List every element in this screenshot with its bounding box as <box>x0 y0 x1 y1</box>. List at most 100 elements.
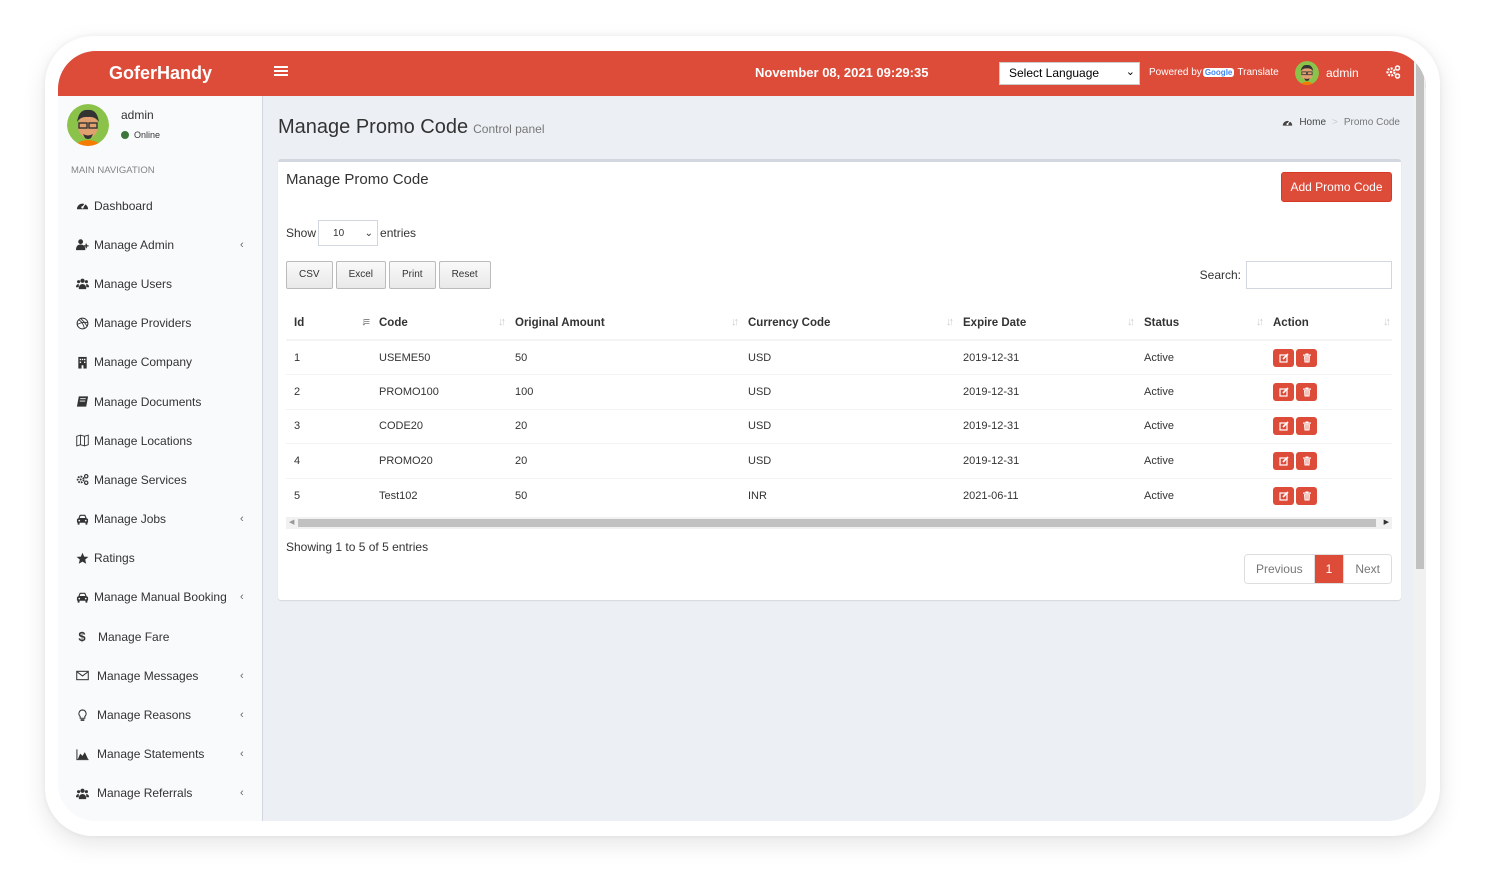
add-promo-code-button[interactable]: Add Promo Code <box>1281 172 1392 202</box>
sidebar-item-label: Manage Messages <box>97 668 199 683</box>
cell-currency-code: USD <box>740 374 955 410</box>
sidebar-item-label: Manage Providers <box>94 316 192 331</box>
horizontal-scrollbar[interactable]: ◀ ▶ <box>286 517 1392 529</box>
column-header-original-amount[interactable]: Original Amount ↓↑ <box>507 306 740 341</box>
chevron-down-icon: ⌄ <box>364 228 374 239</box>
sidebar-item-label: Manage Services <box>94 472 187 487</box>
sidebar-item-manage-company[interactable]: Manage Company <box>58 343 263 382</box>
user-plus-icon <box>74 238 90 252</box>
cell-id: 3 <box>286 408 371 444</box>
powered-by-google-translate: Powered by Google Translate <box>1149 67 1279 78</box>
sort-asc-icon: ↓≡ <box>361 316 370 328</box>
sidebar-item-dashboard[interactable]: Dashboard <box>58 186 263 225</box>
delete-button[interactable] <box>1296 452 1317 471</box>
promo-code-box: Manage Promo Code Add Promo Code Show 10… <box>278 159 1401 600</box>
column-header-id[interactable]: Id ↓≡ <box>286 306 371 341</box>
sidebar-item-label: Manage Admin <box>94 237 175 252</box>
column-header-code[interactable]: Code ↓↑ <box>371 306 507 341</box>
table-info: Showing 1 to 5 of 5 entries <box>286 540 429 554</box>
sidebar-item-manage-manual-booking[interactable]: Manage Manual Booking ‹ <box>58 578 263 617</box>
lightbulb-icon <box>74 708 90 722</box>
column-header-action[interactable]: Action ↓↑ <box>1265 306 1392 341</box>
previous-page-button[interactable]: Previous <box>1244 555 1314 583</box>
promo-code-table: Id ↓≡ Code ↓↑ Original Amount ↓↑ Currency C… <box>286 306 1392 513</box>
sidebar-item-manage-services[interactable]: Manage Services <box>58 460 263 499</box>
column-header-currency-code[interactable]: Currency Code ↓↑ <box>740 306 955 341</box>
scrollbar-thumb[interactable] <box>1416 51 1424 569</box>
edit-button[interactable] <box>1273 486 1294 505</box>
excel-button[interactable]: Excel <box>335 261 387 289</box>
users-icon <box>74 786 90 800</box>
area-chart-icon <box>74 747 90 761</box>
cell-expire-date: 2021-06-11 <box>955 477 1136 513</box>
sidebar-toggle-icon[interactable] <box>274 64 288 82</box>
sidebar-item-manage-admin[interactable]: Manage Admin ‹ <box>58 225 263 264</box>
delete-button[interactable] <box>1296 382 1317 401</box>
delete-button[interactable] <box>1296 486 1317 505</box>
star-icon <box>74 551 90 565</box>
taxi-icon <box>74 590 90 604</box>
table-row: 1 USEME50 50 USD 2019-12-31 Active <box>286 339 1392 375</box>
google-logo[interactable]: Google <box>1202 67 1235 77</box>
cell-expire-date: 2019-12-31 <box>955 339 1136 375</box>
sidebar-item-label: Manage Reasons <box>97 708 192 723</box>
show-label: Show <box>286 226 317 240</box>
sort-icon: ↓↑ <box>731 316 739 328</box>
row-actions <box>1273 452 1317 471</box>
sidebar-item-label: Manage Jobs <box>94 512 167 527</box>
search-input[interactable] <box>1246 261 1392 289</box>
csv-button[interactable]: CSV <box>286 261 333 289</box>
chevron-left-icon: ‹ <box>240 238 244 251</box>
brand-logo[interactable]: GoferHandy <box>58 51 263 96</box>
edit-button[interactable] <box>1273 452 1294 471</box>
sidebar-item-manage-messages[interactable]: Manage Messages ‹ <box>58 656 263 695</box>
sidebar-item-label: Ratings <box>94 551 135 566</box>
sidebar-item-manage-statements[interactable]: Manage Statements ‹ <box>58 735 263 774</box>
page-1-button[interactable]: 1 <box>1313 555 1345 583</box>
table-header-row: Id ↓≡ Code ↓↑ Original Amount ↓↑ Currency C… <box>286 306 1392 341</box>
column-header-expire-date[interactable]: Expire Date ↓↑ <box>955 306 1136 341</box>
reset-button[interactable]: Reset <box>438 261 491 289</box>
scroll-right-arrow-icon[interactable]: ▶ <box>1384 518 1389 526</box>
vertical-scrollbar[interactable] <box>1414 51 1426 821</box>
user-avatar-icon <box>67 104 109 146</box>
scrollbar-thumb[interactable] <box>298 519 1376 527</box>
delete-button[interactable] <box>1296 348 1317 367</box>
entries-label: entries <box>380 226 417 240</box>
edit-button[interactable] <box>1273 382 1294 401</box>
sidebar-item-manage-jobs[interactable]: Manage Jobs ‹ <box>58 500 263 539</box>
print-button[interactable]: Print <box>389 261 436 289</box>
settings-gears-icon[interactable] <box>1385 64 1401 80</box>
breadcrumb-home[interactable]: Home <box>1299 117 1326 128</box>
content-wrapper: Manage Promo Code Control panel Home > Pr… <box>264 96 1414 821</box>
sidebar-item-manage-documents[interactable]: Manage Documents <box>58 382 263 421</box>
column-label: Status <box>1144 316 1180 329</box>
sidebar-item-manage-locations[interactable]: Manage Locations <box>58 421 263 460</box>
sidebar-item-label: Manage Statements <box>97 747 205 762</box>
page-length-select[interactable]: 10 ⌄ <box>318 220 379 246</box>
sidebar-item-manage-providers[interactable]: Manage Providers <box>58 304 263 343</box>
cell-action <box>1265 477 1392 513</box>
cell-original-amount: 50 <box>507 339 740 375</box>
delete-button[interactable] <box>1296 417 1317 436</box>
user-menu[interactable]: admin <box>1295 61 1359 85</box>
online-status-label: Online <box>134 130 161 140</box>
sidebar-item-manage-users[interactable]: Manage Users <box>58 264 263 303</box>
sidebar-nav: Dashboard Manage Admin ‹ Manage Users Ma… <box>58 186 263 813</box>
sidebar-item-ratings[interactable]: Ratings <box>58 539 263 578</box>
chevron-left-icon: ‹ <box>240 748 244 761</box>
next-page-button[interactable]: Next <box>1344 555 1391 583</box>
language-select[interactable]: Select Language ⌄ <box>999 62 1140 85</box>
sidebar-item-manage-fare[interactable]: $ Manage Fare <box>58 617 263 656</box>
sidebar-item-manage-reasons[interactable]: Manage Reasons ‹ <box>58 695 263 734</box>
edit-button[interactable] <box>1273 417 1294 436</box>
column-label: Action <box>1273 316 1309 329</box>
translate-label[interactable]: Translate <box>1237 67 1278 78</box>
column-header-status[interactable]: Status ↓↑ <box>1136 306 1265 341</box>
edit-button[interactable] <box>1273 348 1294 367</box>
cell-id: 1 <box>286 339 371 375</box>
scroll-left-arrow-icon[interactable]: ◀ <box>289 518 294 526</box>
cell-action <box>1265 339 1392 375</box>
cell-currency-code: INR <box>740 477 955 513</box>
sidebar-item-manage-referrals[interactable]: Manage Referrals ‹ <box>58 774 263 813</box>
